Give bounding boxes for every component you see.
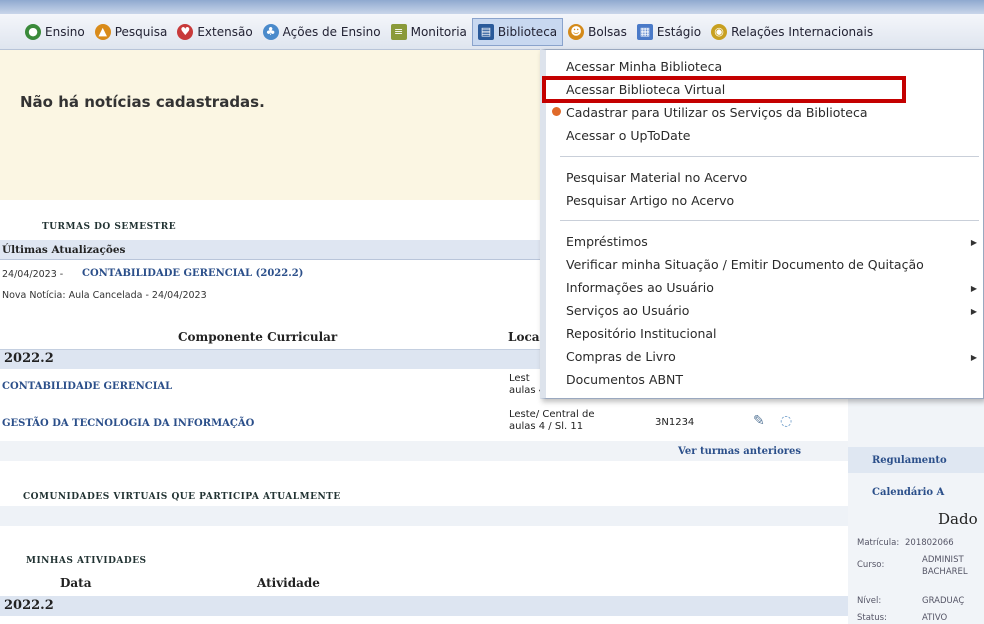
nivel-label: Nível: (857, 596, 882, 606)
course-local-line1: Leste/ Central de (509, 409, 595, 420)
forum-icon[interactable]: ✎ (753, 413, 765, 429)
matricula-value: 201802066 (905, 538, 954, 548)
clipboard-icon: ≡ (390, 23, 407, 40)
dd-documentos-abnt[interactable]: Documentos ABNT (566, 372, 683, 387)
main-menu-bar: ● Ensino ▲ Pesquisa ♥ Extensão ♣ Ações de En… (0, 14, 984, 50)
highlight-box (542, 76, 906, 103)
matricula-label: Matrícula: (857, 538, 900, 548)
dd-repositorio-institucional[interactable]: Repositório Institucional (566, 326, 717, 341)
curso-label: Curso: (857, 560, 885, 570)
book-icon: ▤ (477, 23, 494, 40)
nivel-value: GRADUAÇ (922, 596, 965, 606)
col-local: Loca (508, 330, 540, 344)
course-local-line1: Lest (509, 373, 530, 384)
dd-informacoes-usuario[interactable]: Informações ao Usuário (566, 280, 714, 295)
dd-emprestimos[interactable]: Empréstimos (566, 234, 648, 249)
update-date: 24/04/2023 - (2, 269, 64, 280)
menu-estagio[interactable]: ▦ Estágio (632, 18, 706, 46)
col-componente-curricular: Componente Curricular (178, 330, 338, 344)
turmas-year: 2022.2 (4, 351, 54, 366)
globe-icon: ● (25, 23, 41, 40)
course-link-contabilidade[interactable]: CONTABILIDADE GERENCIAL (2, 381, 172, 392)
dados-title: Dado (938, 510, 978, 528)
course-local-line2: aulas 4 / Sl. 11 (509, 421, 584, 432)
menu-extensao[interactable]: ♥ Extensão (172, 18, 257, 46)
flask-icon: ▲ (94, 23, 111, 40)
regulamento-link[interactable]: Regulamento (872, 455, 947, 466)
atividades-year-band (0, 596, 848, 616)
dd-compras-livro[interactable]: Compras de Livro (566, 349, 676, 364)
turmas-section-title: Turmas do Semestre (42, 222, 177, 232)
dd-pesquisar-artigo[interactable]: Pesquisar Artigo no Acervo (566, 193, 734, 208)
status-value: ATIVO (922, 613, 948, 623)
dd-separator (560, 156, 979, 157)
top-strip (0, 0, 984, 14)
menu-monitoria[interactable]: ≡ Monitoria (386, 18, 472, 46)
menu-relacoes-internacionais[interactable]: ◉ Relações Internacionais (706, 18, 878, 46)
col-atividade: Atividade (257, 576, 320, 590)
course-code: 3N1234 (655, 417, 695, 428)
update-news: Nova Notícia: Aula Cancelada - 24/04/202… (2, 290, 207, 301)
curso-value-line1: ADMINIST (922, 555, 964, 565)
dd-verificar-situacao[interactable]: Verificar minha Situação / Emitir Docume… (566, 257, 924, 272)
submenu-arrow-icon: ▶ (970, 307, 977, 316)
comunidades-band (0, 506, 848, 526)
submenu-arrow-icon: ▶ (970, 353, 977, 362)
menu-biblioteca[interactable]: ▤ Biblioteca (471, 17, 564, 46)
dd-separator (560, 220, 979, 221)
dd-servicos-usuario[interactable]: Serviços ao Usuário (566, 303, 689, 318)
submenu-arrow-icon: ▶ (970, 238, 977, 247)
dd-pesquisar-material[interactable]: Pesquisar Material no Acervo (566, 170, 747, 185)
people-icon: ♣ (262, 23, 279, 40)
menu-acoes-de-ensino[interactable]: ♣ Ações de Ensino (258, 18, 386, 46)
comunidades-title: Comunidades Virtuais que participa atual… (23, 492, 341, 502)
menu-bolsas[interactable]: ☻ Bolsas (563, 18, 632, 46)
warning-icon (552, 107, 561, 116)
updates-title: Últimas Atualizações (2, 244, 126, 256)
news-empty-text: Não há notícias cadastradas. (20, 93, 265, 111)
dd-acessar-uptodate[interactable]: Acessar o UpToDate (566, 128, 690, 143)
atividades-title: Minhas atividades (26, 556, 147, 566)
dd-cadastrar-servicos[interactable]: Cadastrar para Utilizar os Serviços da B… (566, 105, 868, 120)
course-link-gestao-ti[interactable]: GESTÃO DA TECNOLOGIA DA INFORMAÇÃO (2, 418, 254, 429)
calendario-link[interactable]: Calendário A (872, 487, 944, 498)
heart-icon: ♥ (177, 23, 194, 40)
document-icon: ▦ (636, 23, 653, 40)
ver-turmas-anteriores-link[interactable]: Ver turmas anteriores (678, 446, 801, 457)
menu-pesquisa[interactable]: ▲ Pesquisa (90, 18, 173, 46)
person-icon: ☻ (568, 23, 585, 40)
status-label: Status: (857, 613, 887, 623)
atividades-year: 2022.2 (4, 598, 54, 613)
col-data: Data (60, 576, 92, 590)
curso-value-line2: BACHAREL (922, 567, 968, 577)
world-icon: ◉ (711, 23, 728, 40)
menu-ensino[interactable]: ● Ensino (20, 18, 90, 46)
dd-acessar-minha-biblioteca[interactable]: Acessar Minha Biblioteca (566, 59, 722, 74)
chat-icon[interactable]: ◌ (780, 413, 792, 429)
update-course-link[interactable]: CONTABILIDADE GERENCIAL (2022.2) (82, 268, 303, 279)
submenu-arrow-icon: ▶ (970, 284, 977, 293)
